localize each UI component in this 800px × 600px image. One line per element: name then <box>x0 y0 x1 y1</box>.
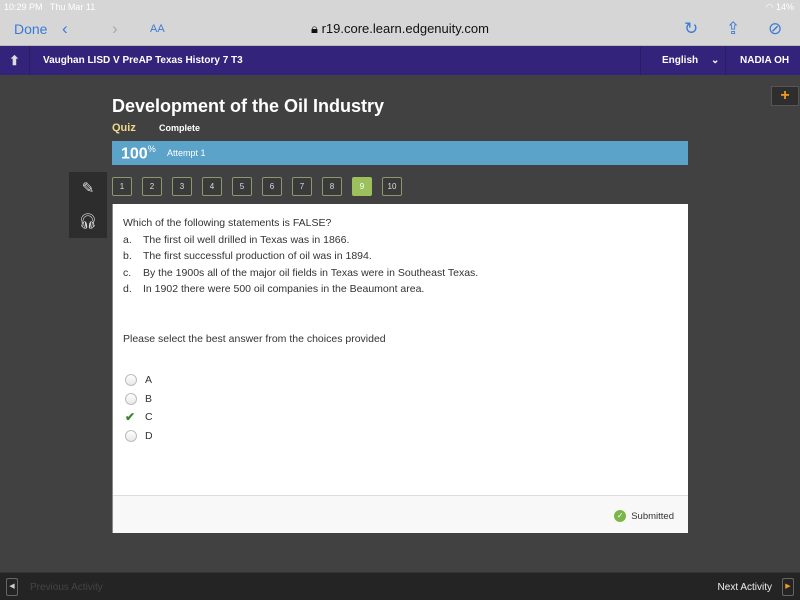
answer-choices: A B ✔ C D <box>125 371 153 445</box>
statement-option: b. The first successful production of oil… <box>123 248 478 265</box>
activity-status: Complete <box>159 123 201 133</box>
question-4-button[interactable]: 4 <box>202 177 222 196</box>
question-10-button[interactable]: 10 <box>382 177 402 196</box>
activity-type: Quiz <box>112 122 136 134</box>
plus-icon[interactable]: + <box>771 86 799 106</box>
attempt: Attempt 1 <box>167 148 206 158</box>
answer-prompt: Please select the best answer from the c… <box>123 333 386 345</box>
statement-option: d. In 1902 there were 500 oil companies i… <box>123 281 478 298</box>
share-icon[interactable]: ⇪ <box>726 19 740 39</box>
radio-button[interactable] <box>125 392 137 405</box>
check-circle-icon: ✓ <box>614 510 627 522</box>
option-letter: a. <box>123 233 132 246</box>
language-value: English <box>662 55 699 66</box>
next-arrow-icon[interactable]: ▶ <box>782 578 794 596</box>
question-8-button[interactable]: 8 <box>322 177 342 196</box>
statement-option: a. The first oil well drilled in Texas wa… <box>123 232 478 249</box>
score: 100 <box>121 145 148 163</box>
time: 10:29 PM <box>4 2 43 12</box>
question-nav: 1 2 3 4 5 6 7 8 9 10 <box>112 177 402 196</box>
radio-button[interactable] <box>125 374 137 387</box>
score-unit: % <box>147 144 156 154</box>
checkmark-icon: ✔ <box>125 410 136 425</box>
question-2-button[interactable]: 2 <box>142 177 162 196</box>
date: Thu Mar 11 <box>49 2 96 12</box>
wifi-icon: ◠ <box>765 2 774 12</box>
option-letter: c. <box>123 266 132 279</box>
chevron-down-icon: ⌄ <box>711 55 720 66</box>
previous-arrow-icon[interactable]: ◀ <box>6 578 18 596</box>
question-6-button[interactable]: 6 <box>262 177 282 196</box>
score-bar: 100% Attempt 1 <box>112 141 688 165</box>
question-5-button[interactable]: 5 <box>232 177 252 196</box>
pencil-icon[interactable]: ✎ <box>69 172 107 205</box>
home-icon[interactable]: ⬆ <box>0 46 30 75</box>
submitted-status: Submitted <box>631 510 674 522</box>
next-activity-link[interactable]: Next Activity <box>718 582 772 593</box>
question-9-button[interactable]: 9 <box>352 177 372 196</box>
choice-B[interactable]: B <box>125 390 153 409</box>
status-bar: 10:29 PM Thu Mar 11 ◠ 14% <box>0 0 800 14</box>
statement-option: c. By the 1900s all of the major oil fiel… <box>123 265 478 282</box>
question-7-button[interactable]: 7 <box>292 177 312 196</box>
lock-icon: 🔒︎ <box>311 21 318 36</box>
page-title: Development of the Oil Industry <box>112 96 385 116</box>
choice-A[interactable]: A <box>125 371 153 390</box>
option-letter: d. <box>123 283 132 295</box>
option-letter: b. <box>123 250 132 262</box>
course-title[interactable]: Vaughan LISD V PreAP Texas History 7 T3 <box>43 55 243 66</box>
panel-footer: ✓ Submitted <box>113 495 688 533</box>
choice-label: D <box>145 429 153 442</box>
option-text: The first successful production of oil w… <box>143 250 372 262</box>
question-text: Which of the following statements is FAL… <box>123 217 332 229</box>
choice-label: B <box>145 392 153 405</box>
option-text: The first oil well drilled in Texas was … <box>143 233 350 246</box>
option-text: In 1902 there were 500 oil companies in … <box>143 283 425 295</box>
question-1-button[interactable]: 1 <box>112 177 132 196</box>
headphones-icon[interactable]: 🎧︎ <box>69 205 107 238</box>
language-select[interactable]: English ⌄ <box>640 46 726 75</box>
reload-icon[interactable]: ↻ <box>684 19 698 39</box>
course-nav: ⬆ Vaughan LISD V PreAP Texas History 7 T… <box>0 46 800 75</box>
choice-label: C <box>145 411 153 424</box>
radio-button[interactable] <box>125 429 137 442</box>
choice-D[interactable]: D <box>125 427 153 446</box>
choice-label: A <box>145 374 153 387</box>
question-3-button[interactable]: 3 <box>172 177 192 196</box>
compass-icon[interactable]: ⊘ <box>768 19 782 39</box>
question-panel: Which of the following statements is FAL… <box>112 204 688 533</box>
previous-activity-link[interactable]: Previous Activity <box>30 582 103 593</box>
user-menu[interactable]: NADIA OH <box>740 55 789 66</box>
url-field[interactable]: r19.core.learn.edgenuity.com <box>322 21 489 36</box>
choice-C[interactable]: ✔ C <box>125 408 153 427</box>
activity-nav: ◀ Previous Activity Next Activity ▶ <box>0 572 800 600</box>
option-text: By the 1900s all of the major oil fields… <box>143 266 479 279</box>
battery-level: 14% <box>775 2 794 12</box>
browser-toolbar: Done ‹ › AA 🔒︎ r19.core.learn.edgenuity.… <box>0 14 800 46</box>
